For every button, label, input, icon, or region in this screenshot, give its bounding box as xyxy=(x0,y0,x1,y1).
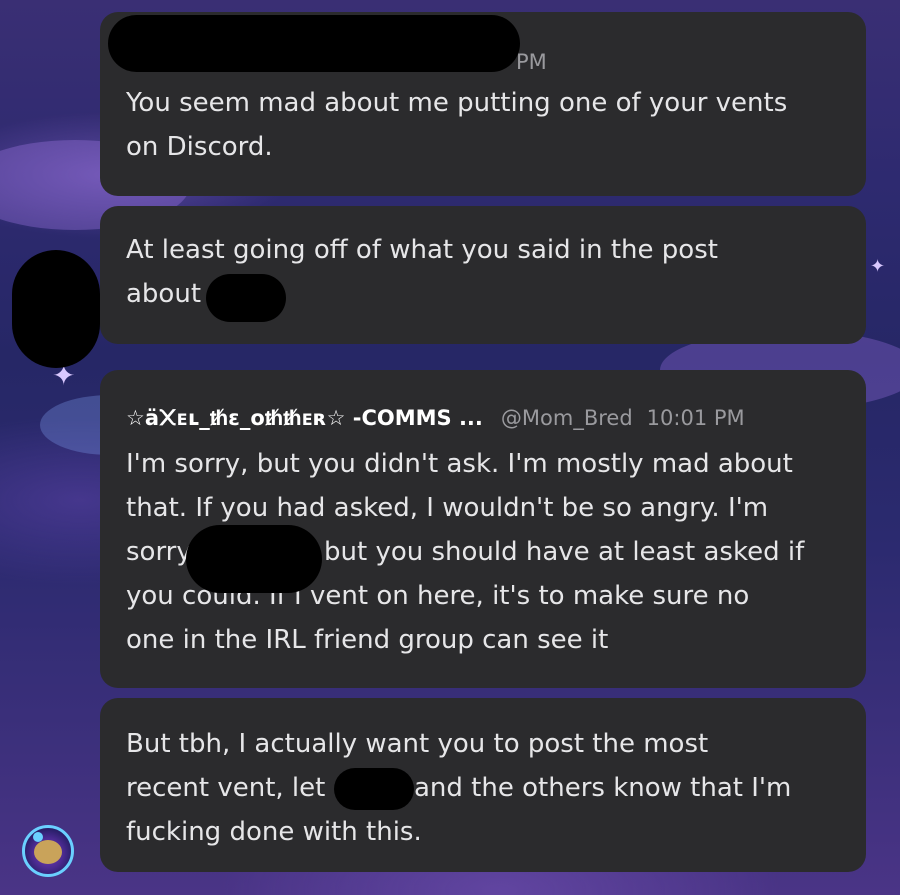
message-text: I'm sorry, but you didn't ask. I'm mostl… xyxy=(126,449,793,479)
message-time-partial: PM xyxy=(516,50,547,74)
redaction xyxy=(206,274,286,322)
message-text: sorry xyxy=(126,537,192,567)
message-text: fucking done with this. xyxy=(126,817,422,847)
message-text: But tbh, I actually want you to post the… xyxy=(126,729,709,759)
avatar-face xyxy=(34,840,62,864)
message-text: and the others know that I'm xyxy=(414,773,792,803)
message-text: At least going off of what you said in t… xyxy=(126,235,718,265)
author-name[interactable]: ☆ä᙭ᴇʟ_ᵺɛ_oᵺᵺᴇʀ☆ -COMMS ... xyxy=(126,406,483,430)
message-header: ☆ä᙭ᴇʟ_ᵺɛ_oᵺᵺᴇʀ☆ -COMMS ... @Mom_Bred 10:01… xyxy=(126,396,745,440)
message-text: recent vent, let xyxy=(126,773,326,803)
message-text: but you should have at least asked if xyxy=(324,537,805,567)
message-timestamp: 10:01 PM xyxy=(646,406,745,430)
redaction xyxy=(108,15,520,72)
message-text: on Discord. xyxy=(126,132,273,162)
message-bubble: PM You seem mad about me putting one of … xyxy=(100,12,866,196)
message-bubble: At least going off of what you said in t… xyxy=(100,206,866,344)
message-text-line: recent vent, let and the others know tha… xyxy=(126,766,846,810)
sparkle-icon: ✦ xyxy=(870,256,886,277)
message-text: one in the IRL friend group can see it xyxy=(126,625,609,655)
redaction xyxy=(186,525,322,593)
message-text: that. If you had asked, I wouldn't be so… xyxy=(126,493,769,523)
message-bubble: ☆ä᙭ᴇʟ_ᵺɛ_oᵺᵺᴇʀ☆ -COMMS ... @Mom_Bred 10:01… xyxy=(100,370,866,688)
author-handle[interactable]: @Mom_Bred xyxy=(501,406,633,430)
message-text: You seem mad about me putting one of you… xyxy=(126,88,788,118)
redaction xyxy=(334,768,414,810)
avatar[interactable] xyxy=(22,825,74,877)
redaction xyxy=(12,250,100,368)
message-bubble: But tbh, I actually want you to post the… xyxy=(100,698,866,872)
